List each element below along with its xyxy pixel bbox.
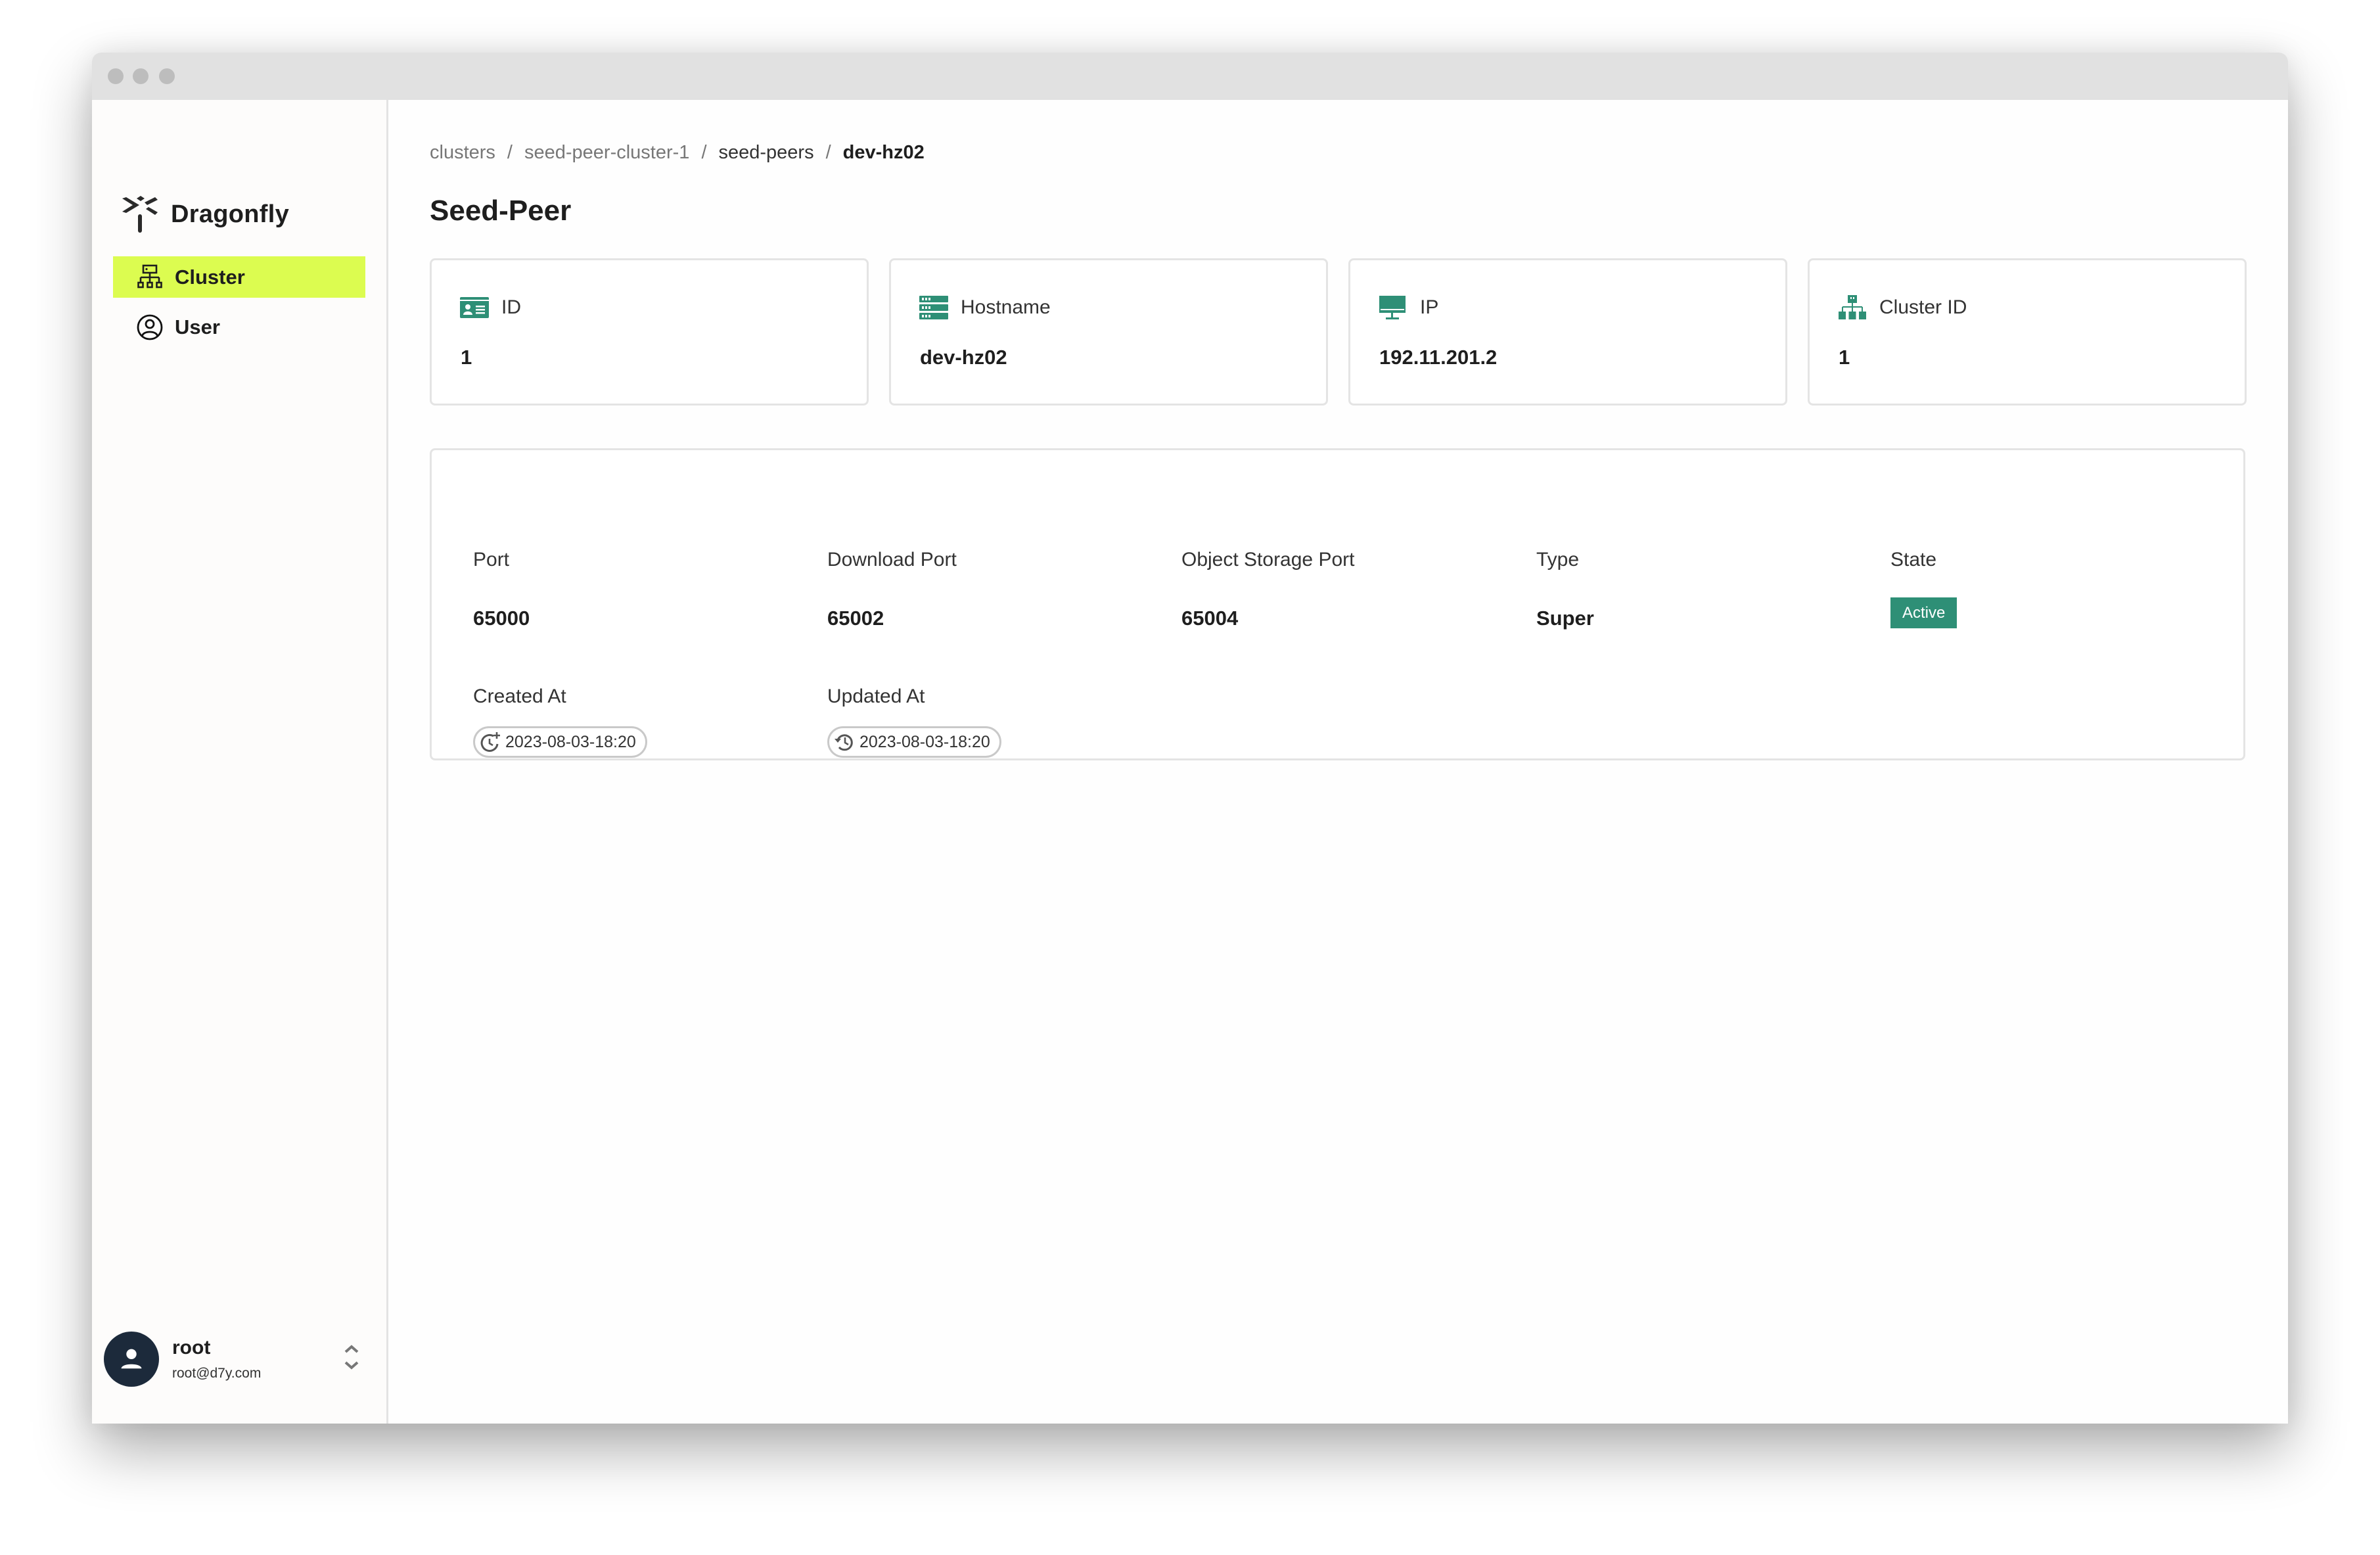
user-email: root@d7y.com [172, 1366, 262, 1381]
breadcrumb-separator: / [701, 142, 707, 163]
breadcrumb-separator: / [825, 142, 831, 163]
avatar [104, 1332, 159, 1387]
info-label: Hostname [961, 296, 1051, 318]
field-updated-at: Updated At 2023-08-03-18:20 [827, 685, 1001, 758]
info-value: 192.11.201.2 [1379, 346, 1498, 369]
sidebar-item-cluster[interactable]: Cluster [113, 256, 365, 298]
breadcrumb-separator: / [507, 142, 513, 163]
window-titlebar [92, 53, 2288, 100]
sidebar-item-label: Cluster [175, 265, 245, 289]
field-port: Port 65000 [473, 549, 530, 630]
window-minimize-button[interactable] [133, 68, 149, 84]
brand-name: Dragonfly [171, 200, 290, 228]
field-value: 65000 [473, 607, 530, 630]
info-card-ip: IP 192.11.201.2 [1348, 258, 1787, 406]
brand-logo[interactable]: Dragonfly [121, 195, 289, 234]
field-label: Updated At [827, 685, 925, 707]
field-object-storage-port: Object Storage Port 65004 [1181, 549, 1355, 630]
id-card-icon [460, 297, 489, 318]
window-maximize-button[interactable] [159, 68, 175, 84]
field-type: Type Super [1536, 549, 1594, 630]
field-value: 65004 [1181, 607, 1239, 630]
created-at-chip: 2023-08-03-18:20 [473, 726, 647, 758]
field-value: 65002 [827, 607, 884, 630]
status-badge: Active [1890, 597, 1957, 628]
info-label: ID [501, 296, 521, 318]
info-value: 1 [461, 346, 472, 369]
breadcrumb: clusters / seed-peer-cluster-1 / seed-pe… [430, 142, 925, 164]
user-name: root [172, 1337, 211, 1358]
sidebar-item-label: User [175, 315, 220, 338]
created-at-value: 2023-08-03-18:20 [505, 732, 636, 751]
user-circle-icon [137, 314, 163, 340]
field-label: Download Port [827, 549, 957, 570]
info-card-hostname: Hostname dev-hz02 [889, 258, 1328, 406]
field-label: Type [1536, 549, 1580, 570]
info-card-cluster-id: Cluster ID 1 [1808, 258, 2247, 406]
sidebar-item-user[interactable]: User [113, 306, 365, 348]
info-label: IP [1420, 296, 1439, 318]
info-card-id: ID 1 [430, 258, 869, 406]
field-value: Super [1536, 607, 1594, 630]
updated-at-value: 2023-08-03-18:20 [859, 732, 990, 751]
breadcrumb-current: dev-hz02 [842, 142, 925, 163]
field-label: Created At [473, 685, 566, 707]
field-created-at: Created At 2023-08-03-18:20 [473, 685, 647, 758]
info-value: dev-hz02 [920, 346, 1007, 369]
field-label: State [1890, 549, 1937, 570]
info-label: Cluster ID [1879, 296, 1967, 318]
field-label: Object Storage Port [1181, 549, 1355, 570]
app-window: Dragonfly Cluster User root root@d7y.com… [92, 53, 2288, 1424]
person-icon [121, 1349, 142, 1369]
field-download-port: Download Port 65002 [827, 549, 957, 630]
field-state: State Active [1890, 549, 1957, 628]
cluster-tree-icon [1839, 295, 1866, 319]
details-card: Port 65000 Download Port 65002 Object St… [430, 448, 2245, 760]
dragonfly-logo-icon [122, 196, 158, 233]
info-value: 1 [1839, 346, 1850, 369]
server-icon [919, 296, 948, 319]
sidebar: Dragonfly Cluster User root root@d7y.com [92, 100, 388, 1424]
history-icon [835, 734, 853, 751]
breadcrumb-clusters[interactable]: clusters [430, 142, 495, 164]
breadcrumb-cluster[interactable]: seed-peer-cluster-1 [524, 142, 689, 164]
field-label: Port [473, 549, 510, 570]
updated-at-chip: 2023-08-03-18:20 [827, 726, 1001, 758]
cluster-icon [137, 264, 162, 288]
page-title: Seed-Peer [430, 195, 572, 227]
clock-plus-icon [480, 732, 500, 752]
breadcrumb-seed-peers[interactable]: seed-peers [719, 142, 814, 164]
monitor-icon [1379, 296, 1406, 319]
chevron-up-down-icon[interactable] [342, 1341, 361, 1374]
user-menu[interactable]: root root@d7y.com [104, 1330, 367, 1389]
window-close-button[interactable] [108, 68, 124, 84]
